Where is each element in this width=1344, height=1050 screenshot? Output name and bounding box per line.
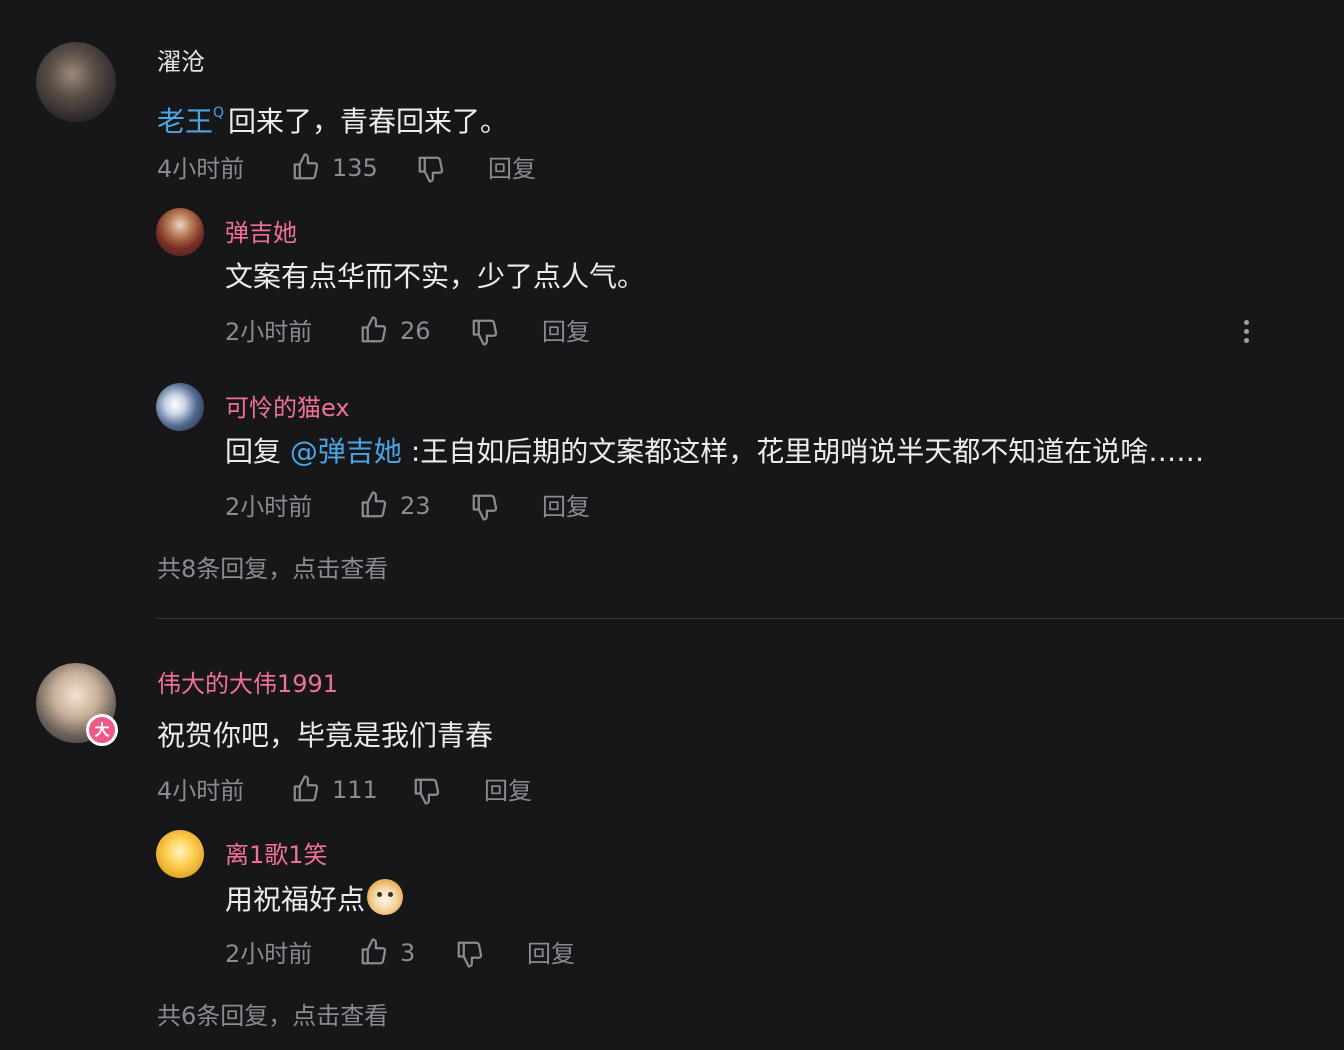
thumbs-up-icon[interactable] — [291, 152, 321, 182]
thumbs-up-icon[interactable] — [359, 937, 389, 967]
comment-text: 老王Q 回来了，青春回来了。 — [157, 93, 508, 142]
divider — [156, 618, 1344, 619]
comment-body: 回来了，青春回来了。 — [228, 105, 509, 138]
reply-time: 2小时前 — [225, 493, 313, 521]
reply-button[interactable]: 回复 — [484, 775, 532, 807]
view-more-replies[interactable]: 共8条回复，点击查看 — [157, 553, 388, 585]
like-count: 111 — [332, 776, 378, 804]
comment-username[interactable]: 濯沧 — [157, 46, 205, 78]
search-icon[interactable]: Q — [213, 105, 224, 121]
like-count: 26 — [400, 317, 431, 345]
reply-button[interactable]: 回复 — [488, 153, 536, 185]
avatar[interactable] — [156, 830, 204, 878]
mention-link[interactable]: @弹吉她 — [290, 435, 402, 468]
reply-time: 2小时前 — [225, 940, 313, 968]
thumbs-down-icon[interactable] — [470, 317, 500, 347]
avatar[interactable] — [36, 42, 116, 122]
thumbs-up-icon[interactable] — [359, 315, 389, 345]
reply-prefix: 回复 — [225, 435, 282, 468]
more-vertical-icon[interactable] — [1234, 318, 1258, 346]
reply-text: 文案有点华而不实，少了点人气。 — [225, 260, 646, 293]
avatar[interactable] — [156, 208, 204, 256]
comment-time: 4小时前 — [157, 777, 245, 805]
doge-emoji — [367, 879, 404, 915]
reply-text: 回复 @弹吉她 :王自如后期的文案都这样，花里胡哨说半天都不知道在说啥…… — [225, 432, 1204, 472]
thumbs-up-icon[interactable] — [359, 490, 389, 520]
like-count: 135 — [332, 154, 378, 182]
reply-button[interactable]: 回复 — [542, 491, 590, 523]
topic-link[interactable]: 老王 — [157, 105, 213, 138]
reply-text: 用祝福好点 — [225, 879, 404, 920]
comment-username[interactable]: 伟大的大伟1991 — [157, 668, 338, 700]
reply-body: :王自如后期的文案都这样，花里胡哨说半天都不知道在说啥…… — [410, 435, 1205, 468]
comment-text: 祝贺你吧，毕竟是我们青春 — [157, 719, 494, 752]
reply-button[interactable]: 回复 — [527, 938, 575, 970]
thumbs-down-icon[interactable] — [416, 154, 446, 184]
thumbs-down-icon[interactable] — [455, 939, 485, 969]
thumbs-up-icon[interactable] — [291, 774, 321, 804]
reply-username[interactable]: 弹吉她 — [225, 217, 297, 249]
vip-badge: 大 — [86, 714, 118, 746]
like-count: 23 — [400, 492, 431, 520]
avatar[interactable] — [156, 383, 204, 431]
reply-body: 用祝福好点 — [225, 883, 366, 916]
comment-time: 4小时前 — [157, 155, 245, 183]
thumbs-down-icon[interactable] — [412, 776, 442, 806]
like-count: 3 — [400, 939, 416, 967]
reply-button[interactable]: 回复 — [542, 316, 590, 348]
reply-username[interactable]: 离1歌1笑 — [225, 839, 328, 871]
view-more-replies[interactable]: 共6条回复，点击查看 — [157, 1000, 388, 1032]
thumbs-down-icon[interactable] — [470, 492, 500, 522]
reply-username[interactable]: 可怜的猫ex — [225, 392, 350, 424]
reply-time: 2小时前 — [225, 318, 313, 346]
